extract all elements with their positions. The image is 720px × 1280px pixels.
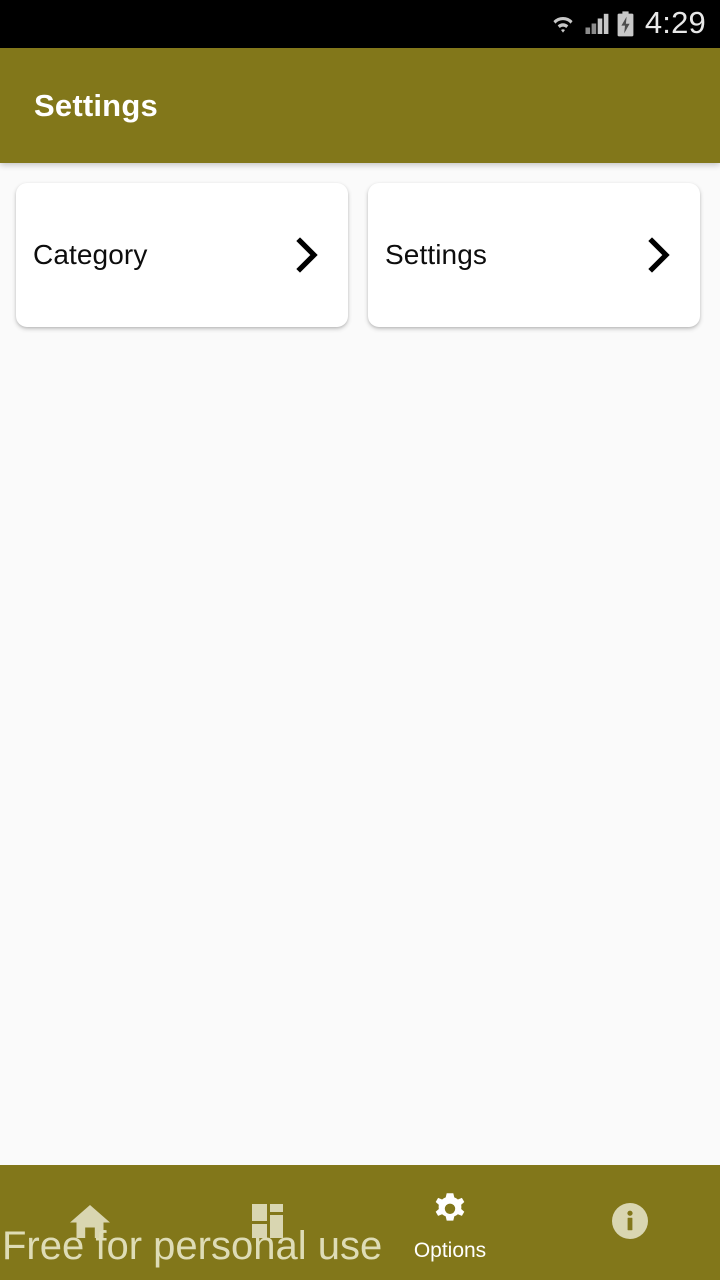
- nav-item-info[interactable]: [540, 1165, 720, 1280]
- wifi-icon: [548, 12, 578, 36]
- card-category[interactable]: Category: [16, 183, 348, 327]
- cellular-signal-icon: [585, 12, 610, 36]
- info-circle-icon: [609, 1199, 651, 1243]
- dashboard-grid-icon: [250, 1199, 290, 1243]
- bottom-navigation-bar: Options: [0, 1165, 720, 1280]
- card-settings[interactable]: Settings: [368, 183, 700, 327]
- gear-icon: [428, 1189, 472, 1233]
- nav-item-options[interactable]: Options: [360, 1165, 540, 1280]
- phone-screen: 4:29 Settings Category Settings Options …: [0, 0, 720, 1280]
- card-category-label: Category: [33, 239, 148, 270]
- app-bar: Settings: [0, 48, 720, 163]
- card-settings-label: Settings: [385, 239, 487, 270]
- chevron-right-icon: [646, 235, 672, 275]
- nav-item-options-label: Options: [413, 1238, 487, 1262]
- main-content: Category Settings: [0, 163, 720, 1165]
- status-bar: 4:29: [0, 0, 720, 48]
- chevron-right-icon: [294, 235, 320, 275]
- nav-item-home[interactable]: [0, 1165, 180, 1280]
- home-icon: [68, 1199, 112, 1243]
- status-bar-clock: 4:29: [644, 5, 706, 40]
- page-title: Settings: [34, 87, 158, 123]
- card-row: Category Settings: [0, 163, 720, 327]
- battery-charging-icon: [617, 11, 634, 37]
- nav-item-dashboard[interactable]: [180, 1165, 360, 1280]
